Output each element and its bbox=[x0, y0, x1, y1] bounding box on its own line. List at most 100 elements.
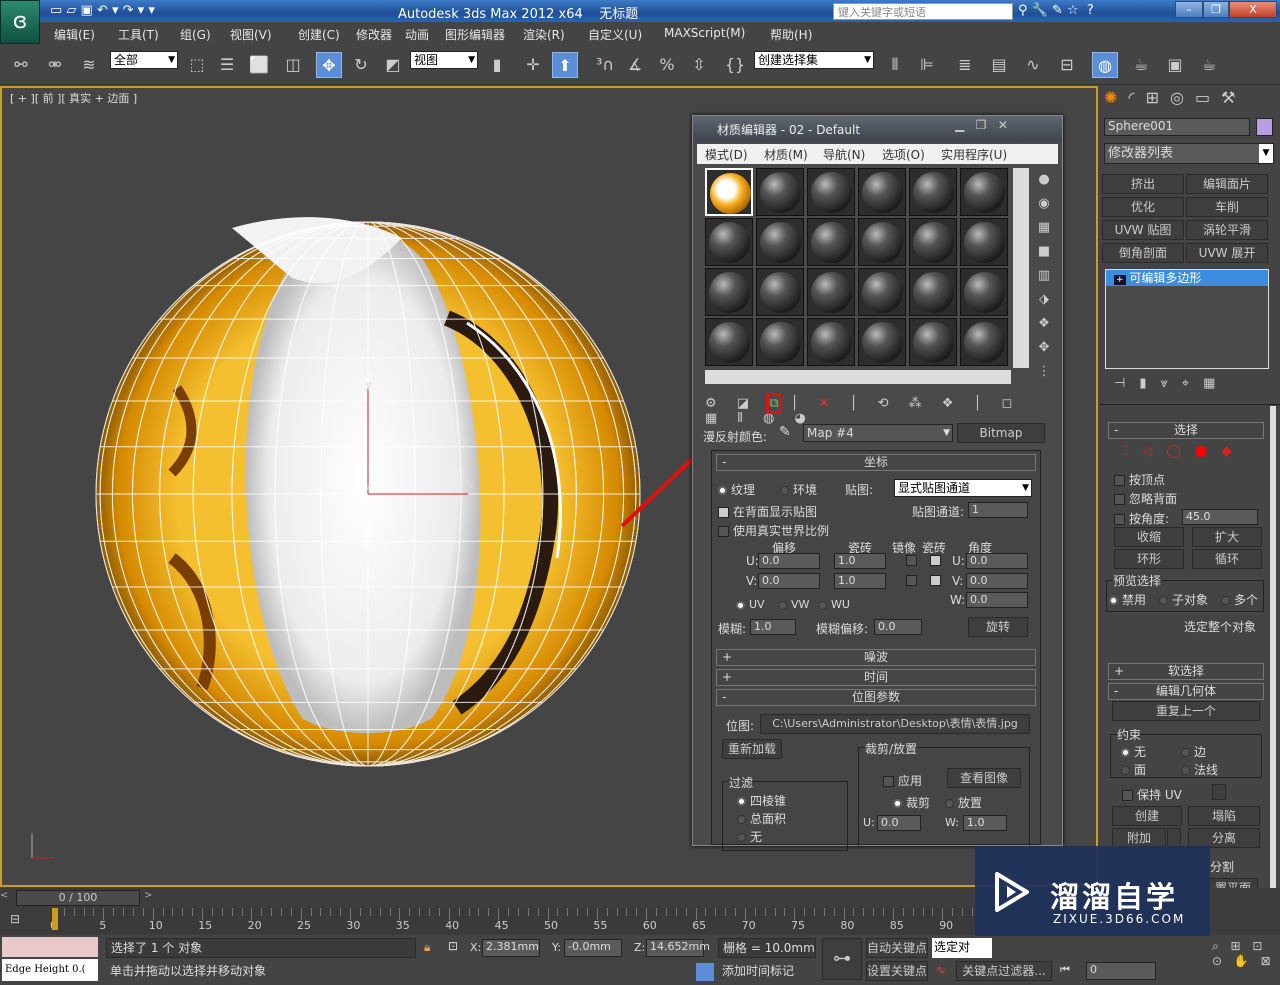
repeat-last-button[interactable]: 重复上一个 bbox=[1112, 701, 1260, 721]
rollout-noise[interactable]: + 噪波 bbox=[716, 649, 1036, 666]
material-slot[interactable] bbox=[909, 318, 957, 366]
u-offset-field[interactable]: 0.0 bbox=[758, 553, 820, 569]
u-mirror-checkbox[interactable] bbox=[906, 555, 917, 566]
viewport-nav-icons[interactable]: ⌕ ⊞ ⊡ ⊙ ✋ ⊠ bbox=[1212, 939, 1275, 968]
preview-disabled-radio[interactable]: 禁用 bbox=[1109, 591, 1146, 608]
y-coord-field[interactable]: -0.0mm bbox=[564, 939, 622, 957]
material-slot[interactable] bbox=[756, 218, 804, 266]
scale-icon[interactable]: ◩ bbox=[380, 52, 406, 78]
material-slot[interactable] bbox=[807, 218, 855, 266]
angle-field[interactable]: 45.0 bbox=[1182, 509, 1258, 525]
modifier-button[interactable]: 挤出 bbox=[1102, 174, 1184, 194]
by-angle-checkbox[interactable]: 按角度: bbox=[1114, 510, 1169, 527]
shrink-button[interactable]: 收缩 bbox=[1114, 527, 1184, 547]
blur-offset-field[interactable]: 0.0 bbox=[874, 619, 922, 635]
create-button[interactable]: 创建 bbox=[1112, 806, 1182, 826]
maximize-button[interactable]: ❐ bbox=[1203, 1, 1229, 18]
reload-button[interactable]: 重新加载 bbox=[722, 739, 782, 759]
command-panel-scrollbar[interactable] bbox=[1270, 406, 1276, 926]
mapping-dropdown[interactable]: 显式贴图通道 bbox=[894, 479, 1032, 497]
collapse-button[interactable]: 塌陷 bbox=[1188, 806, 1260, 826]
window-crossing-icon[interactable]: ◫ bbox=[280, 52, 306, 78]
track-bar[interactable]: 051015202530354045505560657075808590 bbox=[50, 908, 983, 934]
vw-radio[interactable]: VW bbox=[778, 598, 809, 611]
texture-radio[interactable]: 纹理 bbox=[718, 481, 755, 498]
menu-item[interactable]: 修改器 bbox=[356, 26, 392, 43]
align-icon[interactable]: ⊫ bbox=[914, 52, 940, 78]
select-object-icon[interactable]: ⬚ bbox=[184, 52, 210, 78]
material-slot[interactable] bbox=[960, 168, 1008, 216]
attach-button[interactable]: 附加 bbox=[1112, 828, 1166, 848]
material-editor-window[interactable]: 材质编辑器 - 02 - Default ▁ ❐ ✕ 模式(D) 材质(M) 导航(… bbox=[692, 115, 1063, 851]
material-slot[interactable] bbox=[960, 318, 1008, 366]
keyboard-shortcut-icon[interactable]: ⬆ bbox=[552, 52, 578, 78]
rollout-coordinates[interactable]: - 坐标 bbox=[716, 454, 1036, 471]
menu-item[interactable]: 创建(C) bbox=[298, 26, 340, 43]
rendered-frame-icon[interactable]: ▣ bbox=[1162, 52, 1188, 78]
selection-filter-dropdown[interactable]: 全部 bbox=[110, 51, 178, 69]
rollout-selection[interactable]: - 选择 bbox=[1108, 422, 1264, 439]
material-slot[interactable] bbox=[909, 268, 957, 316]
material-slot[interactable] bbox=[960, 218, 1008, 266]
material-slot[interactable] bbox=[858, 318, 906, 366]
percent-snap-icon[interactable]: % bbox=[654, 52, 680, 78]
minimize-button[interactable]: – bbox=[1175, 1, 1203, 18]
time-cursor[interactable] bbox=[52, 908, 58, 930]
time-slider[interactable]: 0 / 100 bbox=[16, 890, 140, 906]
uv-radio[interactable]: UV bbox=[736, 598, 765, 611]
close-button[interactable]: X bbox=[1229, 1, 1277, 18]
unlink-icon[interactable]: ⚮ bbox=[42, 52, 68, 78]
material-editor-menu-item[interactable]: 材质(M) bbox=[764, 146, 808, 163]
v-tile-checkbox[interactable] bbox=[930, 575, 941, 586]
v-angle-field[interactable]: 0.0 bbox=[966, 573, 1028, 589]
rotate-button[interactable]: 旋转 bbox=[968, 617, 1028, 637]
infocenter-icons[interactable]: ⚲ 🔧 ✎ ☆ ? bbox=[1018, 3, 1094, 18]
search-input[interactable]: 键入关键字或短语 bbox=[833, 3, 1013, 20]
curve-editor-mini-icon[interactable]: ⊟ bbox=[10, 912, 20, 926]
modifier-stack[interactable]: + 可编辑多边形 bbox=[1105, 269, 1269, 369]
angle-snap-icon[interactable]: ∡ bbox=[622, 52, 648, 78]
quick-access-icons[interactable]: ▭ ▱ ▣ ↶ ▾ ↷ ▾ ▾ bbox=[50, 3, 155, 18]
v-offset-field[interactable]: 0.0 bbox=[758, 573, 820, 589]
modifier-button[interactable]: 车削 bbox=[1186, 197, 1268, 217]
set-key-button[interactable]: 设置关键点 bbox=[866, 961, 928, 981]
object-color-swatch[interactable] bbox=[1256, 118, 1273, 136]
crop-radio[interactable]: 裁剪 bbox=[893, 794, 930, 811]
mirror-icon[interactable]: ⫴ bbox=[882, 52, 908, 78]
side-toolbar[interactable]: ● ◉ ▦ ■ ▥ ⬗ ❖ ✥ ⋮ bbox=[1033, 168, 1055, 384]
pivot-icon[interactable]: ▮ bbox=[484, 52, 510, 78]
rotate-icon[interactable]: ↻ bbox=[348, 52, 374, 78]
goto-start-icon[interactable]: ⏮ bbox=[1060, 963, 1070, 977]
curve-editor-icon[interactable]: ∿ bbox=[1020, 52, 1046, 78]
app-menu-button[interactable]: ɞ bbox=[0, 0, 40, 44]
show-back-checkbox[interactable]: 在背面显示贴图 bbox=[718, 503, 817, 520]
preserve-uv-settings-button[interactable] bbox=[1212, 784, 1226, 800]
rect-selection-icon[interactable]: ⬜ bbox=[246, 52, 272, 78]
material-slot[interactable] bbox=[858, 268, 906, 316]
apply-checkbox[interactable]: 应用 bbox=[883, 772, 922, 789]
subobject-level-icons[interactable]: ⁚ ◁ ◯ ■ ◆ bbox=[1124, 444, 1237, 459]
environ-radio[interactable]: 环境 bbox=[780, 481, 817, 498]
pyramidal-radio[interactable]: 四棱锥 bbox=[737, 792, 786, 809]
ribbon-icon[interactable]: ▤ bbox=[986, 52, 1012, 78]
preserve-uv-checkbox[interactable]: 保持 UV bbox=[1122, 786, 1182, 803]
rollout-time[interactable]: + 时间 bbox=[716, 669, 1036, 686]
v-mirror-checkbox[interactable] bbox=[906, 575, 917, 586]
bind-space-warp-icon[interactable]: ≋ bbox=[76, 52, 102, 78]
crop-w-field[interactable]: 1.0 bbox=[963, 815, 1007, 831]
material-slot[interactable] bbox=[909, 218, 957, 266]
x-coord-field[interactable]: 2.381mm bbox=[482, 939, 540, 957]
reference-coord-dropdown[interactable]: 视图 bbox=[410, 51, 478, 69]
ring-button[interactable]: 环形 bbox=[1114, 549, 1184, 569]
material-slot[interactable] bbox=[807, 318, 855, 366]
attach-list-button[interactable] bbox=[1167, 828, 1181, 848]
material-editor-menu-item[interactable]: 导航(N) bbox=[823, 146, 865, 163]
select-move-icon[interactable]: ✥ bbox=[316, 52, 342, 78]
place-radio[interactable]: 放置 bbox=[945, 794, 982, 811]
grow-button[interactable]: 扩大 bbox=[1192, 527, 1262, 547]
object-name-field[interactable]: Sphere001 bbox=[1104, 118, 1250, 136]
detach-button[interactable]: 分离 bbox=[1188, 828, 1260, 848]
material-slot[interactable] bbox=[705, 318, 753, 366]
modifier-list-dropdown[interactable]: 修改器列表 ▼ bbox=[1104, 143, 1274, 164]
modifier-button[interactable]: UVW 展开 bbox=[1186, 243, 1268, 263]
